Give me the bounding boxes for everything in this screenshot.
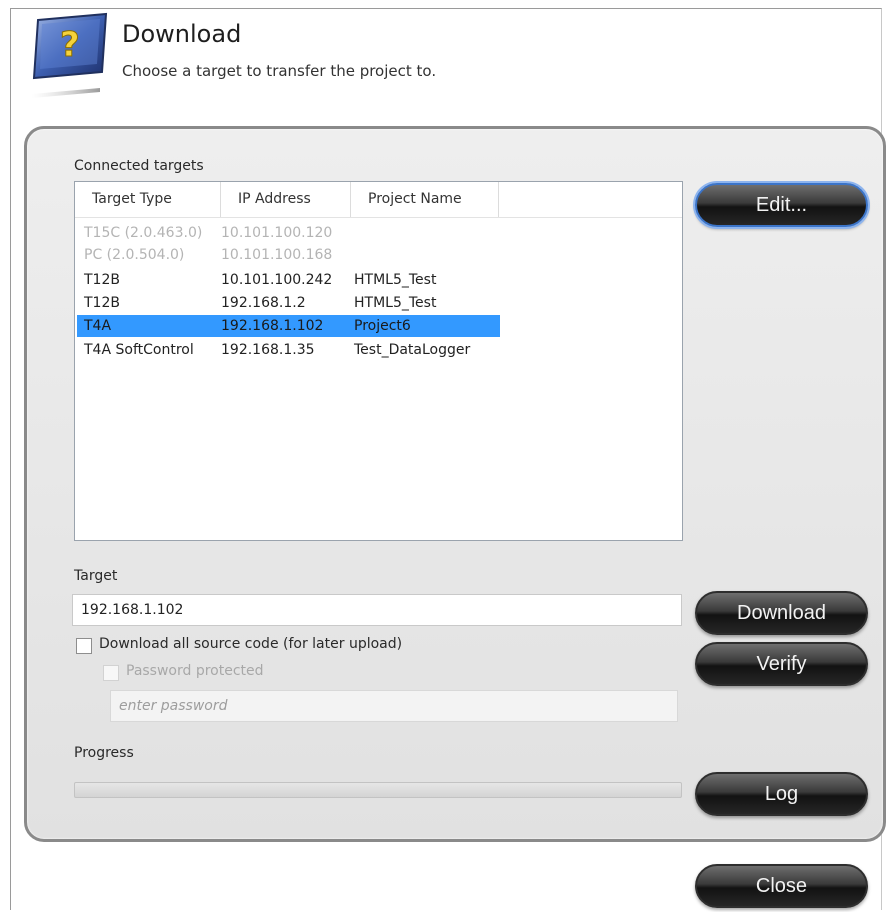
table-row-selected[interactable]: T4A 192.168.1.102 Project6	[75, 315, 682, 337]
cell-project-name: Test_DataLogger	[354, 342, 471, 358]
cell-ip-address: 10.101.100.120	[221, 225, 333, 241]
cell-project-name: HTML5_Test	[354, 295, 437, 311]
download-help-icon: ?	[32, 12, 108, 98]
progress-label: Progress	[74, 745, 134, 761]
cell-target-type: PC (2.0.504.0)	[84, 247, 185, 263]
column-header-target-type[interactable]: Target Type	[75, 182, 221, 217]
close-button[interactable]: Close	[695, 864, 868, 908]
table-row[interactable]: T15C (2.0.463.0) 10.101.100.120	[75, 222, 682, 244]
cell-ip-address: 192.168.1.102	[221, 318, 324, 334]
password-protected-label: Password protected	[126, 663, 264, 679]
download-source-label[interactable]: Download all source code (for later uplo…	[99, 636, 402, 652]
progress-bar	[74, 782, 682, 798]
list-header: Target Type IP Address Project Name	[75, 182, 682, 218]
cell-ip-address: 10.101.100.168	[221, 247, 333, 263]
cell-target-type: T4A	[84, 318, 112, 334]
dialog-subtitle: Choose a target to transfer the project …	[122, 62, 437, 80]
target-input[interactable]: 192.168.1.102	[72, 594, 682, 626]
target-label: Target	[74, 568, 118, 584]
cell-project-name: Project6	[354, 318, 411, 334]
cell-ip-address: 192.168.1.2	[221, 295, 306, 311]
cell-ip-address: 10.101.100.242	[221, 272, 333, 288]
cell-ip-address: 192.168.1.35	[221, 342, 315, 358]
log-button[interactable]: Log	[695, 772, 868, 816]
connected-targets-label: Connected targets	[74, 158, 204, 174]
verify-button[interactable]: Verify	[695, 642, 868, 686]
table-row[interactable]: T12B 10.101.100.242 HTML5_Test	[75, 269, 682, 291]
column-header-ip-address[interactable]: IP Address	[221, 182, 351, 217]
cell-project-name: HTML5_Test	[354, 272, 437, 288]
cell-target-type: T12B	[84, 272, 120, 288]
password-input[interactable]: enter password	[110, 690, 678, 722]
table-row[interactable]: T4A SoftControl 192.168.1.35 Test_DataLo…	[75, 339, 682, 361]
table-row[interactable]: PC (2.0.504.0) 10.101.100.168	[75, 244, 682, 266]
download-source-checkbox[interactable]	[76, 638, 92, 654]
connected-targets-list[interactable]: Target Type IP Address Project Name T15C…	[74, 181, 683, 541]
table-row[interactable]: T12B 192.168.1.2 HTML5_Test	[75, 292, 682, 314]
dialog-title: Download	[122, 20, 242, 48]
svg-text:?: ?	[60, 25, 80, 65]
cell-target-type: T15C (2.0.463.0)	[84, 225, 203, 241]
password-protected-checkbox[interactable]	[103, 665, 119, 681]
cell-target-type: T4A SoftControl	[84, 342, 194, 358]
cell-target-type: T12B	[84, 295, 120, 311]
edit-button[interactable]: Edit...	[695, 183, 868, 227]
download-button[interactable]: Download	[695, 591, 868, 635]
column-header-project-name[interactable]: Project Name	[351, 182, 499, 217]
